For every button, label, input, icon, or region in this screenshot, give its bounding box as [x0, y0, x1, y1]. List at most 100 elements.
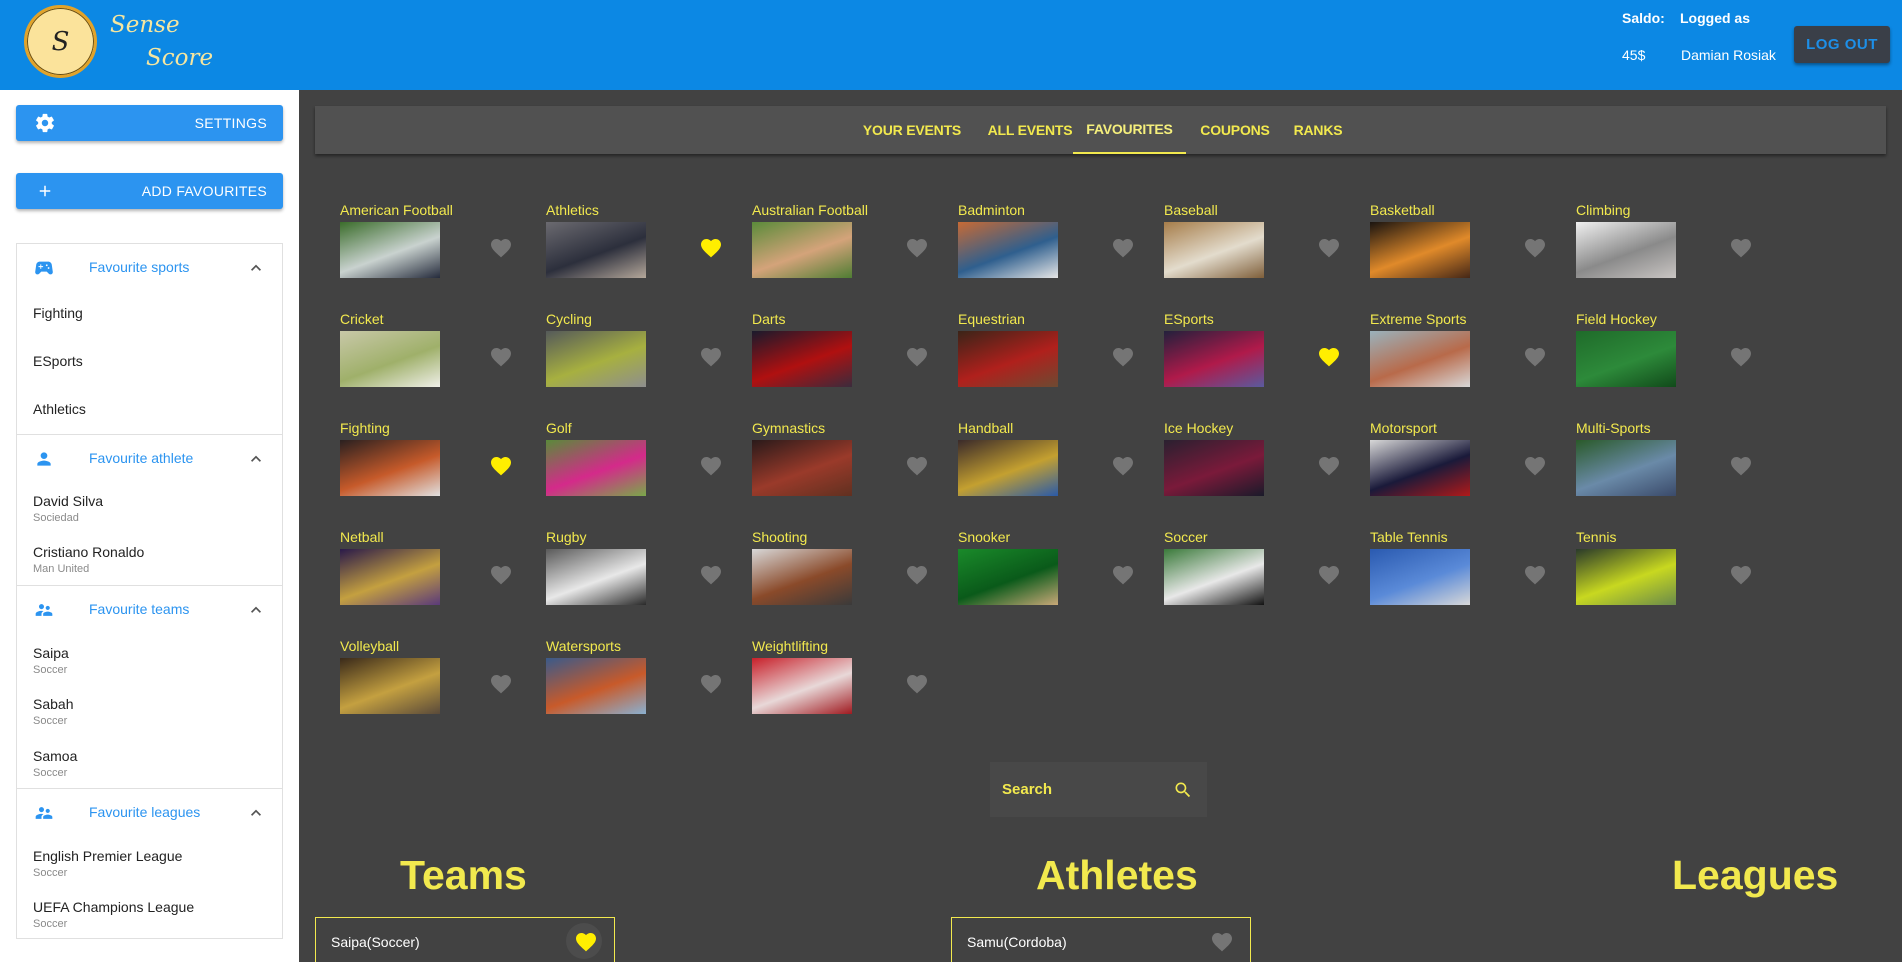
heart-icon[interactable] [1523, 563, 1547, 587]
sport-image[interactable] [546, 549, 646, 605]
sport-card[interactable]: Shooting [752, 529, 952, 619]
heart-icon[interactable] [1111, 454, 1135, 478]
sport-card[interactable]: Baseball [1164, 202, 1364, 292]
sport-card[interactable]: Handball [958, 420, 1158, 510]
sport-image[interactable] [1576, 222, 1676, 278]
sport-image[interactable] [340, 331, 440, 387]
sport-card[interactable]: Weightlifting [752, 638, 952, 728]
sport-card[interactable]: Table Tennis [1370, 529, 1570, 619]
chevron-up-icon[interactable] [246, 449, 266, 469]
heart-icon[interactable] [1523, 236, 1547, 260]
heart-icon[interactable] [699, 672, 723, 696]
sport-image[interactable] [1370, 440, 1470, 496]
tab-your-events[interactable]: YOUR EVENTS [853, 106, 971, 154]
list-item[interactable]: Samoa Soccer [33, 748, 77, 779]
athlete-result-card[interactable]: Samu(Cordoba) [951, 917, 1251, 962]
heart-icon[interactable] [905, 672, 929, 696]
sport-card[interactable]: Extreme Sports [1370, 311, 1570, 401]
heart-icon[interactable] [699, 345, 723, 369]
heart-icon[interactable] [699, 563, 723, 587]
sport-image[interactable] [752, 440, 852, 496]
sport-image[interactable] [546, 440, 646, 496]
logo[interactable]: S [24, 5, 97, 78]
sport-card[interactable]: Australian Football [752, 202, 952, 292]
heart-icon[interactable] [1111, 236, 1135, 260]
sport-image[interactable] [340, 658, 440, 714]
sport-card[interactable]: Soccer [1164, 529, 1364, 619]
add-favourites-button[interactable]: ADD FAVOURITES [16, 173, 283, 209]
sport-card[interactable]: ESports [1164, 311, 1364, 401]
sport-card[interactable]: Netball [340, 529, 540, 619]
sport-image[interactable] [546, 331, 646, 387]
heart-icon[interactable] [489, 236, 513, 260]
sport-image[interactable] [340, 549, 440, 605]
list-item[interactable]: Sabah Soccer [33, 696, 73, 727]
heart-icon[interactable] [1523, 454, 1547, 478]
heart-icon[interactable] [1729, 563, 1753, 587]
sport-card[interactable]: Field Hockey [1576, 311, 1776, 401]
heart-icon[interactable] [1111, 563, 1135, 587]
list-item[interactable]: UEFA Champions League Soccer [33, 899, 194, 930]
list-item[interactable]: Saipa Soccer [33, 645, 69, 676]
sport-card[interactable]: Athletics [546, 202, 746, 292]
heart-icon[interactable] [699, 454, 723, 478]
heart-icon[interactable] [489, 563, 513, 587]
sport-image[interactable] [1164, 331, 1264, 387]
sport-card[interactable]: Fighting [340, 420, 540, 510]
section-header-teams[interactable]: Favourite teams [17, 586, 282, 634]
list-item[interactable]: ESports [33, 353, 83, 369]
chevron-up-icon[interactable] [246, 803, 266, 823]
settings-button[interactable]: SETTINGS [16, 105, 283, 141]
sport-card[interactable]: Darts [752, 311, 952, 401]
heart-icon[interactable] [1317, 345, 1341, 369]
heart-icon[interactable] [1729, 345, 1753, 369]
heart-icon[interactable] [1729, 454, 1753, 478]
sport-card[interactable]: Motorsport [1370, 420, 1570, 510]
section-header-leagues[interactable]: Favourite leagues [17, 789, 282, 837]
sport-image[interactable] [1370, 222, 1470, 278]
sport-card[interactable]: Basketball [1370, 202, 1570, 292]
sport-image[interactable] [546, 658, 646, 714]
tab-coupons[interactable]: COUPONS [1185, 106, 1285, 154]
sport-image[interactable] [1164, 440, 1264, 496]
heart-icon[interactable] [905, 563, 929, 587]
sport-image[interactable] [958, 331, 1058, 387]
chevron-up-icon[interactable] [246, 600, 266, 620]
heart-icon[interactable] [699, 236, 723, 260]
heart-icon[interactable] [905, 345, 929, 369]
sport-card[interactable]: Cycling [546, 311, 746, 401]
heart-icon[interactable] [905, 236, 929, 260]
sport-card[interactable]: Snooker [958, 529, 1158, 619]
heart-icon[interactable] [1210, 930, 1234, 954]
heart-icon[interactable] [574, 930, 598, 954]
sport-image[interactable] [340, 440, 440, 496]
sport-card[interactable]: Volleyball [340, 638, 540, 728]
sport-card[interactable]: Cricket [340, 311, 540, 401]
tab-ranks[interactable]: RANKS [1278, 106, 1358, 154]
list-item[interactable]: Fighting [33, 305, 83, 321]
heart-icon[interactable] [489, 454, 513, 478]
list-item[interactable]: English Premier League Soccer [33, 848, 182, 879]
sport-card[interactable]: Watersports [546, 638, 746, 728]
sport-image[interactable] [958, 440, 1058, 496]
heart-icon[interactable] [1317, 563, 1341, 587]
sport-image[interactable] [1370, 331, 1470, 387]
sport-image[interactable] [1164, 549, 1264, 605]
list-item[interactable]: David Silva Sociedad [33, 493, 103, 524]
tab-favourites[interactable]: FAVOURITES [1073, 106, 1186, 154]
heart-icon[interactable] [905, 454, 929, 478]
heart-icon[interactable] [1729, 236, 1753, 260]
sport-image[interactable] [1576, 440, 1676, 496]
team-result-card[interactable]: Saipa(Soccer) [315, 917, 615, 962]
sport-card[interactable]: Gymnastics [752, 420, 952, 510]
sport-image[interactable] [340, 222, 440, 278]
sport-image[interactable] [958, 222, 1058, 278]
logout-button[interactable]: LOG OUT [1794, 26, 1890, 63]
search-icon[interactable] [1173, 780, 1193, 800]
heart-icon[interactable] [1317, 454, 1341, 478]
sport-card[interactable]: Tennis [1576, 529, 1776, 619]
sport-card[interactable]: American Football [340, 202, 540, 292]
sport-card[interactable]: Badminton [958, 202, 1158, 292]
list-item[interactable]: Cristiano Ronaldo Man United [33, 544, 144, 575]
sport-image[interactable] [546, 222, 646, 278]
